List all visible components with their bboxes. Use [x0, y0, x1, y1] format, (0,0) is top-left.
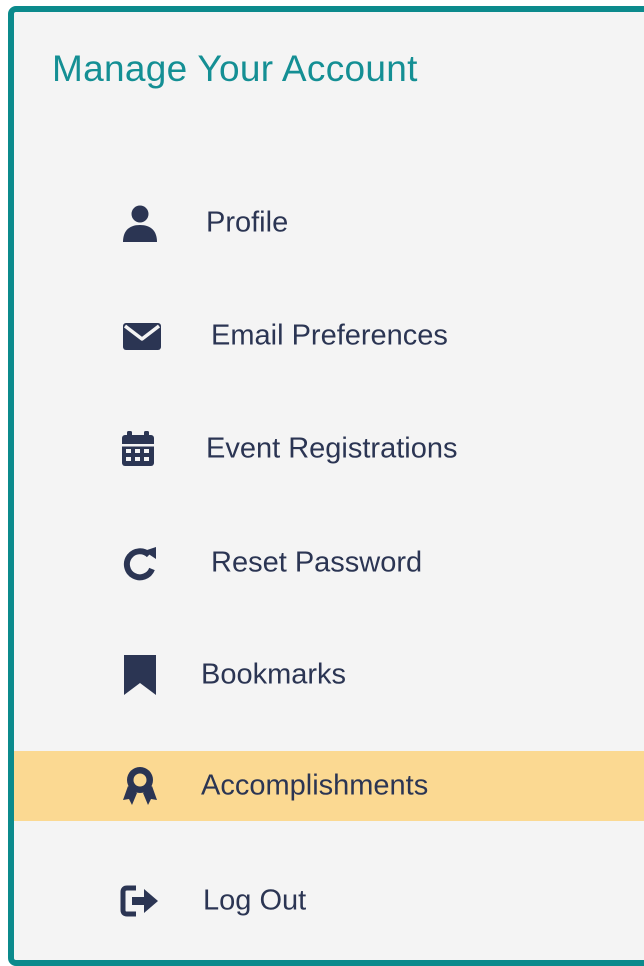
sidebar-item-event-registrations[interactable]: Event Registrations — [14, 414, 644, 484]
sidebar-item-label: Reset Password — [211, 546, 423, 579]
sidebar-item-log-out[interactable]: Log Out — [14, 866, 644, 936]
sidebar-item-reset-password[interactable]: Reset Password — [14, 528, 644, 598]
sidebar-item-label: Email Preferences — [211, 319, 448, 352]
award-icon — [118, 764, 162, 808]
sidebar-item-label: Log Out — [203, 884, 307, 917]
sidebar-item-label: Profile — [206, 206, 289, 239]
sidebar-title: Manage Your Account — [52, 48, 418, 89]
user-icon — [118, 201, 162, 245]
sidebar-item-email-preferences[interactable]: Email Preferences — [14, 301, 644, 371]
sidebar-item-bookmarks[interactable]: Bookmarks — [14, 640, 644, 710]
envelope-icon — [120, 314, 164, 358]
sidebar-item-accomplishments[interactable]: Accomplishments — [14, 751, 644, 821]
sign-out-icon — [118, 879, 162, 923]
sidebar-item-profile[interactable]: Profile — [14, 188, 644, 258]
account-sidebar — [8, 6, 644, 966]
sidebar-item-label: Accomplishments — [201, 769, 429, 802]
calendar-icon — [118, 427, 162, 471]
bookmark-icon — [118, 653, 162, 697]
sidebar-item-label: Event Registrations — [206, 432, 458, 465]
redo-icon — [118, 541, 162, 585]
sidebar-item-label: Bookmarks — [201, 658, 347, 691]
